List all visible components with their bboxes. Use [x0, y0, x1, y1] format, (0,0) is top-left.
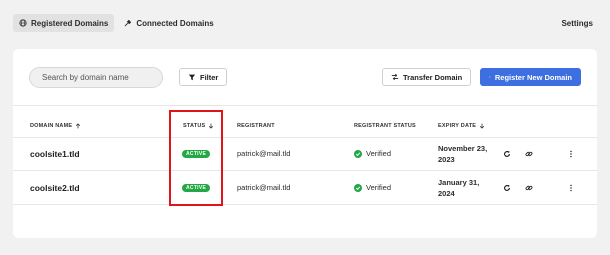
expiry-date-line1: November 23, — [438, 143, 488, 153]
registrant-email: patrick@mail.tld — [237, 183, 291, 192]
link-icon — [525, 185, 533, 190]
expiry-date-line1: January 31, — [438, 177, 480, 187]
column-registrant-status-label: REGISTRANT STATUS — [354, 123, 416, 129]
registrant-status-label: Verified — [366, 183, 392, 192]
transfer-domain-button[interactable]: Transfer Domain — [382, 68, 472, 86]
check-circle-icon — [354, 149, 362, 158]
registrant-status: Verified — [354, 149, 391, 158]
search-input[interactable] — [42, 73, 150, 82]
plug-icon — [124, 19, 132, 27]
register-new-domain-label: Register New Domain — [494, 72, 572, 82]
status-column-highlight — [169, 110, 223, 206]
divider — [13, 105, 597, 106]
settings-link[interactable]: Settings — [561, 19, 593, 28]
filter-icon — [188, 74, 196, 81]
registrant-email: patrick@mail.tld — [237, 149, 291, 158]
plus-icon — [489, 76, 491, 78]
column-registrant-status: REGISTRANT STATUS — [354, 123, 416, 129]
kebab-menu-icon — [570, 184, 572, 191]
check-circle-icon — [354, 183, 362, 192]
transfer-domain-label: Transfer Domain — [403, 72, 463, 82]
refresh-icon — [504, 150, 510, 157]
registrant-status: Verified — [354, 183, 391, 192]
arrow-down-icon — [480, 123, 485, 129]
refresh-button[interactable] — [502, 149, 512, 159]
column-expiry-date[interactable]: EXPIRY DATE — [438, 123, 485, 129]
table-row: coolsite1.tld ACTIVE patrick@mail.tld Ve… — [13, 137, 597, 170]
tab-connected-domains[interactable]: Connected Domains — [118, 14, 219, 32]
column-domain-name[interactable]: DOMAIN NAME — [30, 123, 81, 129]
domain-name[interactable]: coolsite1.tld — [30, 149, 80, 159]
column-registrant: REGISTRANT — [237, 123, 275, 129]
expiry-date-line2: 2024 — [438, 188, 455, 198]
column-expiry-date-label: EXPIRY DATE — [438, 123, 477, 129]
link-button[interactable] — [524, 149, 534, 159]
transfer-icon — [391, 73, 399, 81]
arrow-up-icon — [76, 123, 81, 129]
top-navigation: Registered Domains Connected Domains Set… — [13, 14, 597, 32]
table-header: DOMAIN NAME STATUS REGISTRANT REGISTRANT… — [13, 119, 597, 137]
link-icon — [525, 151, 533, 156]
expiry-date: January 31, 2024 — [438, 177, 479, 199]
filter-button[interactable]: Filter — [179, 68, 228, 86]
more-options-button[interactable] — [566, 149, 576, 159]
kebab-menu-icon — [570, 150, 572, 157]
domains-card: Filter Transfer Domain Register New Doma… — [13, 49, 597, 238]
table-row: coolsite2.tld ACTIVE patrick@mail.tld Ve… — [13, 171, 597, 204]
search-box[interactable] — [29, 67, 163, 88]
register-new-domain-button[interactable]: Register New Domain — [480, 68, 581, 86]
domain-name[interactable]: coolsite2.tld — [30, 183, 80, 193]
column-domain-name-label: DOMAIN NAME — [30, 123, 73, 129]
expiry-date: November 23, 2023 — [438, 143, 487, 165]
link-button[interactable] — [524, 183, 534, 193]
expiry-date-line2: 2023 — [438, 154, 455, 164]
refresh-icon — [504, 184, 510, 191]
refresh-button[interactable] — [502, 183, 512, 193]
tab-registered-domains-label: Registered Domains — [31, 18, 109, 28]
tab-registered-domains[interactable]: Registered Domains — [13, 14, 115, 32]
divider — [13, 204, 597, 205]
registrant-status-label: Verified — [366, 149, 392, 158]
filter-button-label: Filter — [200, 72, 219, 82]
more-options-button[interactable] — [566, 183, 576, 193]
column-registrant-label: REGISTRANT — [237, 123, 275, 129]
globe-icon — [19, 19, 27, 27]
tab-connected-domains-label: Connected Domains — [136, 18, 214, 28]
